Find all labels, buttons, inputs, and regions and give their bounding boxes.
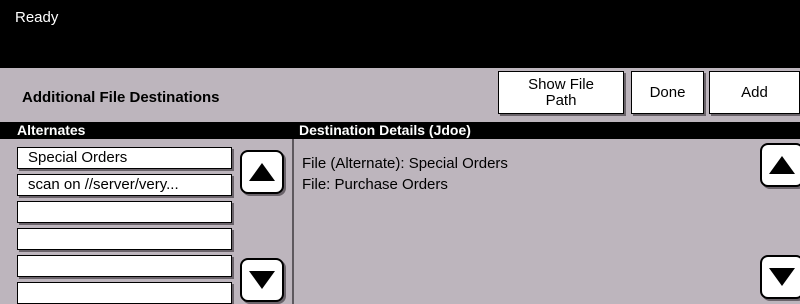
alternates-header: Alternates (17, 122, 86, 138)
alternate-list-item[interactable]: scan on //server/very... (17, 174, 232, 196)
alternate-list-item[interactable] (17, 255, 232, 277)
alternates-scroll-up-button[interactable] (240, 150, 284, 194)
page-title: Additional File Destinations (22, 89, 220, 106)
status-bar (0, 0, 800, 68)
show-file-path-label-line1: Show File (528, 75, 594, 93)
up-arrow-icon (769, 156, 795, 174)
alternate-list-item[interactable] (17, 282, 232, 304)
alternate-list-item[interactable] (17, 228, 232, 250)
down-arrow-icon (769, 268, 795, 286)
down-arrow-icon (249, 271, 275, 289)
detail-line: File (Alternate): Special Orders (302, 155, 508, 172)
add-button[interactable]: Add (709, 71, 800, 114)
alternate-list-item[interactable] (17, 201, 232, 223)
show-file-path-label: Show File Path (528, 75, 594, 109)
status-text: Ready (15, 9, 59, 26)
alternates-scroll-down-button[interactable] (240, 258, 284, 302)
details-scroll-down-button[interactable] (760, 255, 800, 299)
destination-details-header: Destination Details (Jdoe) (299, 122, 471, 138)
alternate-list-item[interactable]: Special Orders (17, 147, 232, 169)
up-arrow-icon (249, 163, 275, 181)
show-file-path-label-line2: Path (545, 91, 577, 109)
panel-divider (292, 139, 294, 304)
detail-line: File: Purchase Orders (302, 176, 448, 193)
details-scroll-up-button[interactable] (760, 143, 800, 187)
done-button[interactable]: Done (631, 71, 704, 114)
show-file-path-button[interactable]: Show File Path (498, 71, 624, 114)
